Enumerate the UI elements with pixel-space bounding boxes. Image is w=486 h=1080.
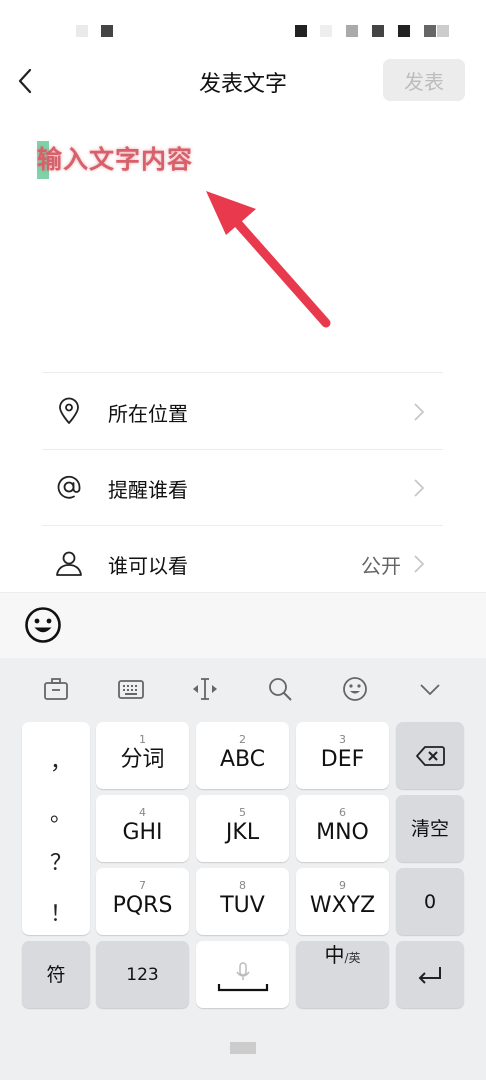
- key-4[interactable]: 4 GHI: [96, 795, 189, 862]
- visibility-value: 公开: [361, 554, 401, 578]
- symbol-key-label: 符: [46, 963, 66, 986]
- option-visibility[interactable]: 谁可以看 公开: [42, 526, 443, 592]
- divider: [42, 372, 443, 373]
- key-number: 2: [239, 732, 246, 746]
- language-switch-key[interactable]: 中 /英: [296, 941, 389, 1008]
- key-number: 9: [339, 878, 346, 892]
- emoji-icon[interactable]: [340, 674, 370, 704]
- cursor-move-icon[interactable]: [190, 674, 220, 704]
- key-5[interactable]: 5 JKL: [196, 795, 289, 862]
- key-2[interactable]: 2 ABC: [196, 722, 289, 789]
- key-3[interactable]: 3 DEF: [296, 722, 389, 789]
- backspace-key[interactable]: [396, 722, 464, 789]
- home-indicator[interactable]: [230, 1042, 256, 1054]
- at-sign-icon: [57, 475, 81, 499]
- key-letters: TUV: [220, 892, 265, 918]
- text-input-placeholder: 输入文字内容: [37, 145, 194, 174]
- key-number: 8: [239, 878, 246, 892]
- option-label: 提醒谁看: [108, 478, 188, 502]
- clear-key-label: 清空: [410, 817, 449, 840]
- punctuation-question-key[interactable]: ？: [50, 845, 72, 877]
- key-letters: ABC: [219, 746, 266, 772]
- publish-button[interactable]: 发表: [383, 59, 465, 101]
- key-1[interactable]: 1 分词: [96, 722, 189, 789]
- toolbox-icon[interactable]: [41, 674, 71, 704]
- key-number: 3: [339, 732, 346, 746]
- zero-key-label: 0: [423, 890, 437, 913]
- emoji-smiley-icon[interactable]: [24, 606, 62, 644]
- annotation-arrow-icon: [206, 191, 331, 328]
- option-remind[interactable]: 提醒谁看: [42, 450, 443, 525]
- status-block: [101, 25, 113, 37]
- status-block: [398, 25, 410, 37]
- key-letters: GHI: [122, 819, 163, 845]
- key-number: 6: [339, 805, 346, 819]
- enter-key[interactable]: [396, 941, 464, 1008]
- chevron-right-icon: [414, 555, 425, 573]
- status-block: [76, 25, 88, 37]
- language-main-label: 中: [324, 943, 345, 967]
- space-key[interactable]: [196, 941, 289, 1008]
- key-letters: JKL: [225, 819, 260, 845]
- key-letters: 分词: [120, 746, 165, 772]
- punctuation-exclaim-key[interactable]: ！: [50, 896, 72, 928]
- chevron-right-icon: [414, 479, 425, 497]
- status-block: [346, 25, 358, 37]
- key-8[interactable]: 8 TUV: [196, 868, 289, 935]
- key-7[interactable]: 7 PQRS: [96, 868, 189, 935]
- emoji-bar: [0, 592, 486, 659]
- numeric-key[interactable]: 123: [96, 941, 189, 1008]
- option-label: 谁可以看: [108, 554, 188, 578]
- key-9[interactable]: 9 WXYZ: [296, 868, 389, 935]
- location-pin-icon: [59, 397, 79, 424]
- search-icon[interactable]: [265, 674, 295, 704]
- key-number: 4: [139, 805, 146, 819]
- zero-key[interactable]: 0: [396, 868, 464, 935]
- status-block: [295, 25, 307, 37]
- language-sub-label: /英: [344, 951, 361, 965]
- keyboard-icon[interactable]: [116, 674, 146, 704]
- status-block: [320, 25, 332, 37]
- numeric-key-label: 123: [126, 964, 159, 985]
- collapse-keyboard-icon[interactable]: [415, 674, 445, 704]
- option-location[interactable]: 所在位置: [42, 374, 443, 449]
- option-label: 所在位置: [108, 402, 188, 426]
- key-letters: PQRS: [112, 892, 173, 918]
- punctuation-period-key[interactable]: 。: [50, 796, 72, 828]
- punctuation-comma-key[interactable]: ，: [50, 744, 72, 776]
- microphone-space-icon: [217, 961, 268, 991]
- key-letters: MNO: [316, 819, 369, 845]
- clear-key[interactable]: 清空: [396, 795, 464, 862]
- status-block: [437, 25, 449, 37]
- person-icon: [56, 551, 82, 576]
- key-number: 5: [239, 805, 246, 819]
- enter-icon: [418, 966, 441, 984]
- key-6[interactable]: 6 MNO: [296, 795, 389, 862]
- status-block: [372, 25, 384, 37]
- key-number: 7: [139, 878, 146, 892]
- key-letters: WXYZ: [309, 892, 376, 918]
- status-block: [424, 25, 436, 37]
- chevron-right-icon: [414, 403, 425, 421]
- key-number: 1: [139, 732, 146, 746]
- backspace-icon: [416, 745, 445, 766]
- key-letters: DEF: [320, 746, 365, 772]
- symbol-key[interactable]: 符: [22, 941, 90, 1008]
